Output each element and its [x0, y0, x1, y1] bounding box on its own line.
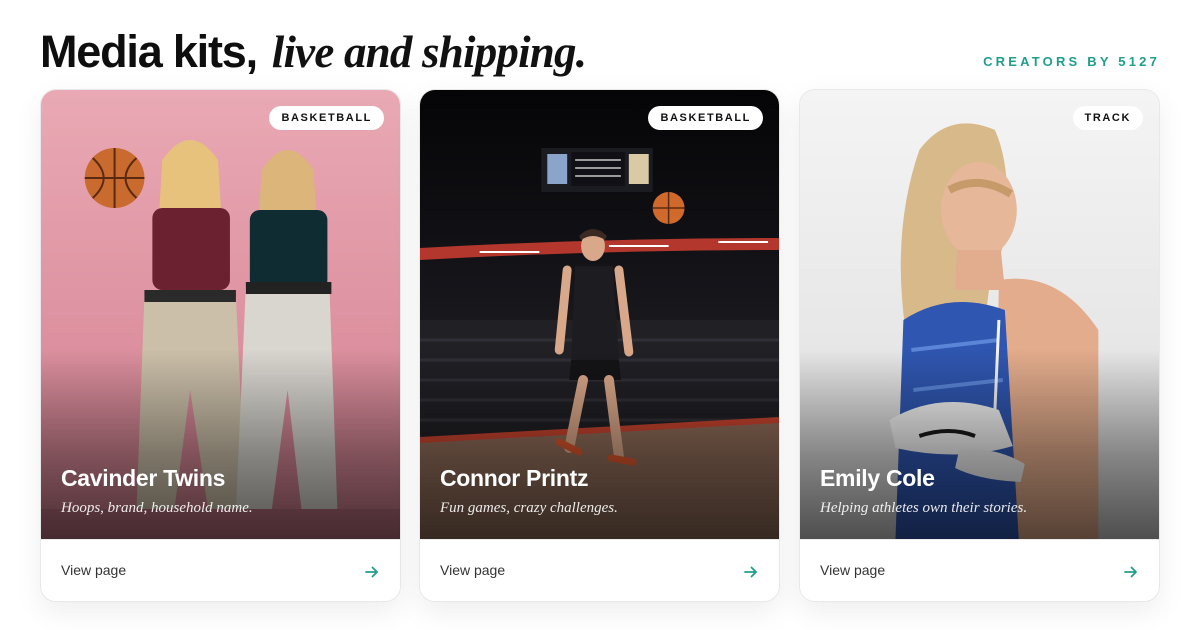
headline-italic: live and shipping. — [271, 27, 587, 77]
creator-name: Cavinder Twins — [61, 465, 226, 491]
arrow-right-icon[interactable] — [364, 564, 380, 580]
creator-photo[interactable]: TRACK Emily Cole Helping athletes own th… — [800, 90, 1159, 539]
creators-eyebrow: CREATORS BY 5127 — [983, 54, 1160, 69]
card-footer[interactable]: View page — [800, 539, 1159, 601]
creator-card[interactable]: TRACK Emily Cole Helping athletes own th… — [799, 89, 1160, 602]
creator-tagline: Helping athletes own their stories. — [820, 500, 1028, 516]
creator-card-grid: BASKETBALL Cavinder Twins Hoops, brand, … — [40, 89, 1160, 602]
arrow-right-icon[interactable] — [743, 564, 759, 580]
view-page-link[interactable]: View page — [820, 562, 885, 578]
page-title: Media kits, live and shipping. — [40, 26, 587, 78]
sport-badge: BASKETBALL — [648, 106, 763, 130]
creator-tagline: Hoops, brand, household name. — [61, 500, 253, 516]
view-page-link[interactable]: View page — [440, 562, 505, 578]
creator-photo[interactable]: BASKETBALL Connor Printz Fun games, craz… — [420, 90, 779, 539]
creator-card[interactable]: BASKETBALL Connor Printz Fun games, craz… — [419, 89, 780, 602]
sport-badge: TRACK — [1072, 106, 1143, 130]
page-header: Media kits, live and shipping. CREATORS … — [40, 22, 1160, 82]
card-footer[interactable]: View page — [41, 539, 400, 601]
headline-bold: Media kits, — [40, 26, 258, 77]
view-page-link[interactable]: View page — [61, 562, 126, 578]
arrow-right-icon[interactable] — [1123, 564, 1139, 580]
sport-badge: BASKETBALL — [269, 106, 384, 130]
card-footer[interactable]: View page — [420, 539, 779, 601]
creator-name: Connor Printz — [440, 465, 589, 491]
creator-card[interactable]: BASKETBALL Cavinder Twins Hoops, brand, … — [40, 89, 401, 602]
creator-photo[interactable]: BASKETBALL Cavinder Twins Hoops, brand, … — [41, 90, 400, 539]
creator-tagline: Fun games, crazy challenges. — [440, 500, 618, 516]
creator-name: Emily Cole — [820, 465, 935, 491]
